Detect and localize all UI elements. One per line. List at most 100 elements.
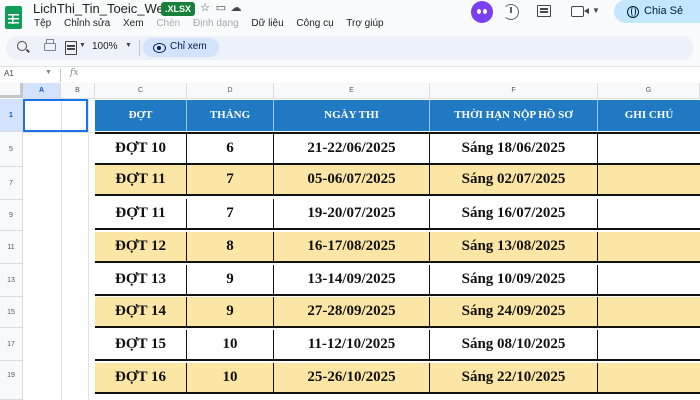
menu-tools[interactable]: Công cụ <box>296 18 333 29</box>
gemini-icon[interactable] <box>471 1 493 23</box>
cell-thang[interactable]: 7 <box>187 199 274 228</box>
cell-dot[interactable]: ĐỢT 12 <box>95 232 187 261</box>
menu-help[interactable]: Trợ giúp <box>346 18 383 29</box>
menu-format: Định dạng <box>193 18 239 29</box>
cell-han-nop[interactable]: Sáng 02/07/2025 <box>430 165 598 194</box>
toolbar: ▼ 100% ▼ Chỉ xem <box>0 36 700 60</box>
cell-han-nop[interactable]: Sáng 13/08/2025 <box>430 232 598 261</box>
cell-ghi-chu[interactable] <box>598 330 700 359</box>
cell-han-nop[interactable]: Sáng 16/07/2025 <box>430 199 598 228</box>
cell-dot[interactable]: ĐỢT 13 <box>95 265 187 294</box>
page-format-icon[interactable] <box>65 41 77 55</box>
header-dot[interactable]: ĐỢT <box>95 100 187 131</box>
cell-ghi-chu[interactable] <box>598 134 700 163</box>
cell-han-nop[interactable]: Sáng 10/09/2025 <box>430 265 598 294</box>
cell-ghi-chu[interactable] <box>598 165 700 194</box>
column-header-e[interactable]: E <box>274 83 430 99</box>
cell-ngay-thi[interactable]: 27-28/09/2025 <box>274 297 430 326</box>
comments-icon[interactable] <box>537 5 551 17</box>
cell-ngay-thi[interactable]: 19-20/07/2025 <box>274 199 430 228</box>
menu-insert: Chèn <box>156 18 181 29</box>
table-row: ĐỢT 12 8 16-17/08/2025 Sáng 13/08/2025 <box>95 232 700 263</box>
menu-view[interactable]: Xem <box>123 18 144 29</box>
star-icon[interactable]: ☆ <box>199 2 211 14</box>
search-menus-icon[interactable] <box>17 41 27 51</box>
active-cell-selection[interactable] <box>23 99 88 132</box>
cell-thang[interactable]: 9 <box>187 297 274 326</box>
cell-han-nop[interactable]: Sáng 24/09/2025 <box>430 297 598 326</box>
cell-dot[interactable]: ĐỢT 11 <box>95 199 187 228</box>
select-all-corner[interactable] <box>0 83 23 98</box>
zoom-select[interactable]: 100% <box>92 41 118 52</box>
formula-divider <box>60 69 61 82</box>
cell-dot[interactable]: ĐỢT 15 <box>95 330 187 359</box>
column-header-d[interactable]: D <box>187 83 274 99</box>
name-box-chevron-icon[interactable]: ▼ <box>45 69 52 76</box>
chevron-down-icon[interactable]: ▼ <box>79 42 86 49</box>
cell-thang[interactable]: 10 <box>187 363 274 392</box>
cell-ngay-thi[interactable]: 25-26/10/2025 <box>274 363 430 392</box>
row-header-7[interactable]: 7 <box>0 167 23 200</box>
column-header-f[interactable]: F <box>430 83 598 99</box>
header-han-nop[interactable]: THỜI HẠN NỘP HỒ SƠ <box>430 100 598 131</box>
share-button[interactable]: Chia Sẻ <box>614 0 700 23</box>
cell-ngay-thi[interactable]: 16-17/08/2025 <box>274 232 430 261</box>
column-header-a[interactable]: A <box>23 83 61 99</box>
table-row: ĐỢT 10 6 21-22/06/2025 Sáng 18/06/2025 <box>95 132 700 165</box>
name-box[interactable]: A1 <box>4 69 14 78</box>
cell-dot[interactable]: ĐỢT 14 <box>95 297 187 326</box>
row-header-13[interactable]: 13 <box>0 264 23 297</box>
cell-thang[interactable]: 6 <box>187 134 274 163</box>
toolbar-container: ▼ 100% ▼ Chỉ xem <box>6 36 694 60</box>
cell-han-nop[interactable]: Sáng 08/10/2025 <box>430 330 598 359</box>
gridline <box>61 99 62 400</box>
cell-dot[interactable]: ĐỢT 10 <box>95 134 187 163</box>
column-header-b[interactable]: B <box>61 83 95 99</box>
cell-han-nop[interactable]: Sáng 18/06/2025 <box>430 134 598 163</box>
cell-ghi-chu[interactable] <box>598 297 700 326</box>
view-only-button[interactable]: Chỉ xem <box>143 38 219 57</box>
header-thang[interactable]: THÁNG <box>187 100 274 131</box>
menu-edit[interactable]: Chỉnh sửa <box>64 18 110 29</box>
cell-thang[interactable]: 10 <box>187 330 274 359</box>
column-header-g[interactable]: G <box>598 83 700 99</box>
cell-thang[interactable]: 8 <box>187 232 274 261</box>
cell-ngay-thi[interactable]: 13-14/09/2025 <box>274 265 430 294</box>
chevron-down-icon[interactable]: ▼ <box>592 6 600 15</box>
version-history-icon[interactable] <box>503 4 519 20</box>
header-ghi-chu[interactable]: GHI CHÚ <box>598 100 700 131</box>
table-row: ĐỢT 13 9 13-14/09/2025 Sáng 10/09/2025 <box>95 265 700 296</box>
eye-icon <box>153 43 166 53</box>
sheets-logo-icon[interactable] <box>5 6 22 29</box>
move-folder-icon[interactable]: ▭ <box>215 2 227 14</box>
row-header-11[interactable]: 11 <box>0 231 23 264</box>
row-header-15[interactable]: 15 <box>0 297 23 328</box>
print-icon[interactable] <box>44 39 56 51</box>
menu-file[interactable]: Tệp <box>34 18 51 29</box>
cell-ngay-thi[interactable]: 05-06/07/2025 <box>274 165 430 194</box>
cell-ngay-thi[interactable]: 11-12/10/2025 <box>274 330 430 359</box>
globe-icon <box>627 6 639 18</box>
cell-thang[interactable]: 7 <box>187 165 274 194</box>
cell-han-nop[interactable]: Sáng 22/10/2025 <box>430 363 598 392</box>
cell-dot[interactable]: ĐỢT 16 <box>95 363 187 392</box>
row-header-1[interactable]: 1 <box>0 99 23 132</box>
menu-data[interactable]: Dữ liệu <box>251 18 283 29</box>
cell-ghi-chu[interactable] <box>598 199 700 228</box>
cell-ghi-chu[interactable] <box>598 232 700 261</box>
cell-ghi-chu[interactable] <box>598 363 700 392</box>
row-header-9[interactable]: 9 <box>0 200 23 231</box>
column-header-c[interactable]: C <box>95 83 187 99</box>
cell-ghi-chu[interactable] <box>598 265 700 294</box>
cell-thang[interactable]: 9 <box>187 265 274 294</box>
cell-dot[interactable]: ĐỢT 11 <box>95 165 187 194</box>
zoom-chevron-down-icon[interactable]: ▼ <box>125 42 132 49</box>
table-row: ĐỢT 11 7 05-06/07/2025 Sáng 02/07/2025 <box>95 165 700 196</box>
row-header-17[interactable]: 17 <box>0 328 23 361</box>
header-ngay-thi[interactable]: NGÀY THI <box>274 100 430 131</box>
cell-ngay-thi[interactable]: 21-22/06/2025 <box>274 134 430 163</box>
row-header-19[interactable]: 19 <box>0 361 23 400</box>
meet-video-icon[interactable] <box>571 6 584 17</box>
cloud-status-icon[interactable]: ☁ <box>230 2 242 14</box>
row-header-5[interactable]: 5 <box>0 132 23 167</box>
